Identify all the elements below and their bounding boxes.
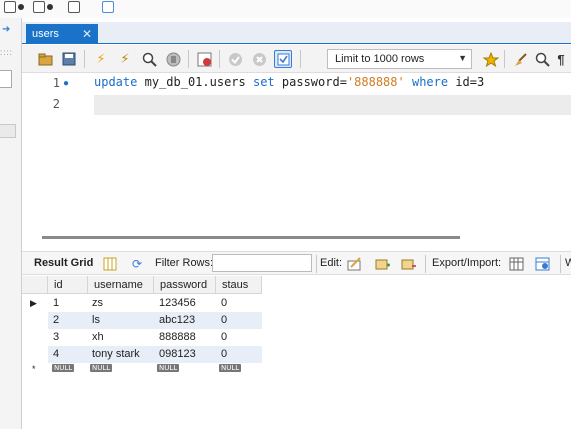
- keyword-set: set: [252, 75, 275, 89]
- navigator-panel: ➜ ::::: [0, 18, 22, 429]
- cell-username[interactable]: xh: [92, 331, 104, 343]
- editor-horizontal-scrollbar[interactable]: [22, 235, 571, 249]
- column-header-staus[interactable]: staus: [216, 276, 262, 294]
- inspector-icon[interactable]: [68, 0, 80, 14]
- keyword-where: where: [411, 75, 449, 89]
- limit-rows-value: Limit to 1000 rows: [335, 53, 425, 65]
- cell-username[interactable]: tony stark: [92, 348, 140, 360]
- where-condition: id=3: [455, 75, 485, 89]
- column-header-password[interactable]: password: [154, 276, 216, 294]
- grid-layout-icon[interactable]: [102, 256, 118, 272]
- cell-id[interactable]: 2: [53, 314, 59, 326]
- cell-password[interactable]: abc123: [159, 314, 195, 326]
- add-snippet-star-icon[interactable]: [482, 50, 500, 68]
- filter-rows-label: Filter Rows:: [155, 257, 214, 269]
- cell-id[interactable]: 3: [53, 331, 59, 343]
- refresh-icon[interactable]: ⟳: [129, 256, 145, 272]
- navigator-arrow-icon[interactable]: ➜: [2, 24, 10, 35]
- navigator-search-input[interactable]: [0, 70, 12, 88]
- commit-icon[interactable]: [226, 50, 244, 68]
- cell-username[interactable]: zs: [92, 297, 103, 309]
- new-row-star-icon: *: [32, 364, 36, 374]
- query-tab-bar: users ✕: [22, 22, 571, 44]
- tab-users-label: users: [32, 28, 59, 40]
- find-magnifier-icon[interactable]: [533, 50, 551, 68]
- edit-label: Edit:: [320, 257, 343, 269]
- current-line-highlight: [94, 95, 571, 115]
- navigator-divider: ::::: [0, 48, 13, 57]
- delete-row-icon[interactable]: [400, 256, 416, 272]
- autocommit-toggle-icon[interactable]: [274, 50, 292, 68]
- table-row[interactable]: 2 ls abc123 0: [48, 312, 262, 329]
- cell-username[interactable]: ls: [92, 314, 100, 326]
- result-grid[interactable]: id username password staus ▶ 1 zs 123456…: [22, 276, 571, 429]
- sql-statement[interactable]: update my_db_01.users set password='8888…: [94, 75, 484, 89]
- execute-current-icon[interactable]: ⚡: [116, 50, 134, 68]
- line-number: 1: [52, 76, 60, 90]
- cell-password[interactable]: 123456: [159, 297, 196, 309]
- filter-rows-input[interactable]: [212, 254, 312, 272]
- cell-password[interactable]: 888888: [159, 331, 196, 343]
- table-row[interactable]: 4 tony stark 098123 0: [48, 346, 262, 363]
- keyword-update: update: [94, 75, 138, 89]
- workbench-window: ➜ :::: users ✕ ⚡ ⚡ Limit to 1000 rows ▼ …: [0, 0, 571, 429]
- limit-rows-select[interactable]: Limit to 1000 rows ▼: [327, 49, 472, 69]
- sql-editor-toolbar: ⚡ ⚡ Limit to 1000 rows ▼ ¶: [22, 45, 571, 73]
- main-toolbar: [0, 0, 571, 18]
- export-icon[interactable]: [508, 256, 524, 272]
- cell-staus[interactable]: 0: [221, 297, 227, 309]
- result-grid-label[interactable]: Result Grid: [34, 257, 93, 269]
- new-connection-icon[interactable]: [4, 0, 24, 14]
- wrap-cell-label[interactable]: W: [565, 257, 571, 269]
- column-header-id[interactable]: id: [48, 276, 88, 294]
- column-header-username[interactable]: username: [88, 276, 154, 294]
- migration-icon[interactable]: [102, 0, 114, 14]
- invisible-chars-icon[interactable]: ¶: [552, 50, 570, 68]
- tab-users[interactable]: users ✕: [26, 24, 98, 44]
- cell-id[interactable]: 4: [53, 348, 59, 360]
- execute-lightning-icon[interactable]: ⚡: [92, 50, 110, 68]
- edit-row-icon[interactable]: [346, 256, 362, 272]
- cell-staus[interactable]: 0: [221, 348, 227, 360]
- navigator-tree-item[interactable]: [0, 124, 16, 138]
- current-row-arrow-icon: ▶: [30, 298, 37, 308]
- close-icon[interactable]: ✕: [82, 27, 92, 41]
- table-name: my_db_01.users: [144, 75, 246, 89]
- row-header-corner: [22, 276, 48, 294]
- stop-icon[interactable]: [164, 50, 182, 68]
- null-badge[interactable]: NULL: [219, 364, 242, 372]
- table-row[interactable]: ▶ 1 zs 123456 0: [22, 295, 262, 312]
- explain-magnifier-icon[interactable]: [140, 50, 158, 68]
- column-name: password: [281, 75, 340, 89]
- chevron-down-icon: ▼: [458, 53, 467, 63]
- null-badge[interactable]: NULL: [90, 364, 113, 372]
- null-badge[interactable]: NULL: [52, 364, 75, 372]
- cell-id[interactable]: 1: [53, 297, 59, 309]
- cell-password[interactable]: 098123: [159, 348, 196, 360]
- export-import-label: Export/Import:: [432, 257, 502, 269]
- table-row[interactable]: 3 xh 888888 0: [22, 329, 262, 346]
- new-schema-icon[interactable]: [33, 0, 53, 14]
- rollback-icon[interactable]: [250, 50, 268, 68]
- open-file-icon[interactable]: [36, 50, 54, 68]
- result-grid-toolbar: Result Grid ⟳ Filter Rows: Edit: Export/…: [22, 251, 571, 275]
- line-number-gutter: 1 ● 2: [22, 73, 84, 235]
- equals-operator: =: [339, 75, 347, 89]
- cell-staus[interactable]: 0: [221, 331, 227, 343]
- null-badge[interactable]: NULL: [157, 364, 180, 372]
- toggle-errors-icon[interactable]: [195, 50, 213, 68]
- beautify-broom-icon[interactable]: [511, 50, 529, 68]
- line-number: 2: [52, 97, 60, 111]
- insert-row-icon[interactable]: [374, 256, 390, 272]
- save-icon[interactable]: [60, 50, 78, 68]
- string-literal: '888888': [346, 75, 405, 89]
- new-row[interactable]: * NULL NULL NULL NULL: [22, 363, 262, 375]
- cell-staus[interactable]: 0: [221, 314, 227, 326]
- statement-bullet-icon: ●: [63, 78, 70, 89]
- import-icon[interactable]: [534, 256, 550, 272]
- sql-editor[interactable]: 1 ● 2 update my_db_01.users set password…: [22, 73, 571, 235]
- scrollbar-thumb[interactable]: [42, 236, 460, 239]
